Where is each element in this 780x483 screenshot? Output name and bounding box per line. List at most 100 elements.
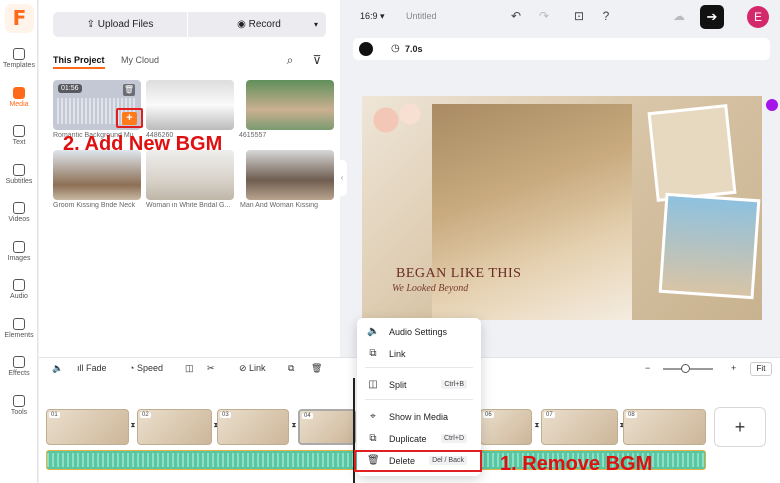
rail-label: Effects (8, 370, 30, 377)
chevron-left-icon: ‹ (340, 173, 344, 182)
menu-item-link[interactable]: ⧉ Link (357, 344, 481, 364)
menu-item-label: Split (389, 380, 407, 390)
left-rail: F Templates Media Text Subtitles Videos … (0, 0, 38, 483)
upload-label: Upload Files (97, 19, 154, 30)
plugin-icon[interactable] (766, 99, 778, 111)
rail-item-media[interactable]: Media (0, 83, 38, 121)
transition-icon[interactable]: ⧗ (129, 421, 137, 431)
tab-this-project[interactable]: This Project (53, 55, 105, 69)
media-item-image[interactable] (146, 150, 234, 200)
media-item-image[interactable] (146, 80, 234, 130)
menu-item-label: Duplicate (389, 434, 427, 444)
zoom-out-icon[interactable]: − (645, 363, 650, 373)
top-bar: 16:9 ▾ Untitled ↶ ↷ ⊡ ? ☁ ➔ E (340, 0, 780, 33)
background-color-swatch[interactable] (359, 42, 373, 56)
video-clip[interactable]: 03 (217, 409, 289, 445)
rail-item-elements[interactable]: Elements (0, 314, 38, 352)
add-to-timeline-highlight: + (116, 108, 143, 128)
clip-number: 06 (483, 412, 494, 418)
clip-number: 01 (49, 412, 60, 418)
collapse-panel-button[interactable]: ‹ (337, 160, 347, 196)
search-icon[interactable]: ⌕ (282, 52, 298, 68)
screenshot-icon[interactable]: ⊡ (571, 8, 587, 24)
menu-item-duplicate[interactable]: ⧉ Duplicate Ctrl+D (357, 429, 481, 449)
app-logo[interactable]: F (5, 4, 34, 33)
menu-divider (365, 367, 473, 368)
redo-icon[interactable]: ↷ (536, 8, 552, 24)
menu-item-show-in-media[interactable]: ⌖ Show in Media (357, 407, 481, 427)
record-button[interactable]: ◉ Record ▾ (192, 12, 326, 37)
split-icon: ◫ (368, 379, 378, 390)
delete-icon[interactable]: 🗑 (123, 84, 135, 96)
volume-icon[interactable]: 🔈 (52, 363, 63, 374)
rail-item-audio[interactable]: Audio (0, 275, 38, 313)
rail-item-images[interactable]: Images (0, 237, 38, 275)
media-item-image[interactable] (53, 150, 141, 200)
video-clip-selected[interactable]: 04 (298, 409, 356, 445)
media-caption: 4615557 (239, 132, 267, 139)
video-clip[interactable]: 02 (137, 409, 212, 445)
project-title[interactable]: Untitled (406, 11, 437, 21)
media-item-image[interactable] (246, 150, 334, 200)
elements-icon (13, 318, 25, 330)
video-clip[interactable]: 08 (623, 409, 706, 445)
transition-icon[interactable]: ⧗ (290, 421, 298, 431)
zoom-slider-handle[interactable] (681, 364, 690, 373)
rail-label: Templates (3, 62, 35, 69)
rail-item-tools[interactable]: Tools (0, 391, 38, 429)
help-icon[interactable]: ? (598, 8, 614, 24)
properties-bar: ◷ 7.0s (353, 38, 770, 60)
rail-item-text[interactable]: Text (0, 121, 38, 159)
audio-icon (13, 279, 25, 291)
rail-item-effects[interactable]: Effects (0, 352, 38, 390)
clip-number: 04 (302, 413, 313, 419)
upload-files-button[interactable]: ⇪ Upload Files (53, 12, 187, 37)
add-to-timeline-button[interactable]: + (122, 112, 137, 125)
undo-icon[interactable]: ↶ (508, 8, 524, 24)
cloud-icon[interactable]: ☁ (671, 8, 687, 24)
fit-button[interactable]: Fit (750, 362, 772, 376)
video-clip[interactable]: 06 (480, 409, 532, 445)
menu-item-audio-settings[interactable]: 🔈 Audio Settings (357, 322, 481, 342)
aspect-ratio-select[interactable]: 16:9 ▾ (360, 11, 385, 22)
preview-title-text: BEGAN LIKE THIS (396, 266, 522, 281)
export-button[interactable]: ➔ (700, 5, 724, 29)
rail-label: Media (9, 101, 29, 108)
zoom-in-icon[interactable]: + (731, 363, 736, 373)
video-preview[interactable]: BEGAN LIKE THIS We Looked Beyond (362, 96, 762, 320)
tab-my-cloud[interactable]: My Cloud (121, 55, 159, 65)
duration-badge: 01:56 (58, 84, 82, 93)
menu-item-label: Link (389, 349, 406, 359)
duplicate-icon[interactable]: ⧉ (288, 363, 294, 374)
fade-button[interactable]: ıll Fade (77, 363, 107, 373)
rail-label: Text (12, 139, 26, 146)
add-clip-button[interactable]: + (714, 407, 766, 447)
rail-item-videos[interactable]: Videos (0, 198, 38, 236)
preview-photo-frame (647, 104, 737, 202)
rail-item-templates[interactable]: Templates (0, 44, 38, 82)
video-clip[interactable]: 01 (46, 409, 129, 445)
rail-item-subtitles[interactable]: Subtitles (0, 160, 38, 198)
link-button[interactable]: ⊘ Link (239, 363, 266, 374)
scissors-icon[interactable]: ✂ (207, 363, 215, 374)
trash-icon[interactable]: 🗑 (311, 363, 322, 374)
transition-icon[interactable]: ⧗ (533, 421, 541, 431)
clip-duration[interactable]: 7.0s (405, 44, 423, 54)
rail-label: Elements (4, 332, 34, 339)
effects-icon (13, 356, 25, 368)
fade-label: Fade (86, 363, 107, 373)
preview-subtitle-text: We Looked Beyond (392, 283, 469, 294)
speed-button[interactable]: ◔ Speed (129, 363, 163, 373)
video-clip[interactable]: 07 (541, 409, 618, 445)
rail-label: Images (7, 255, 31, 262)
menu-item-split[interactable]: ◫ Split Ctrl+B (357, 375, 481, 395)
flip-icon[interactable]: ◫ (185, 363, 194, 374)
clip-number: 07 (544, 412, 555, 418)
filter-icon[interactable]: ⊽ (309, 52, 325, 68)
shortcut-badge: Ctrl+B (441, 380, 467, 389)
media-item-image[interactable] (246, 80, 334, 130)
menu-divider (365, 399, 473, 400)
avatar[interactable]: E (747, 6, 769, 28)
record-icon: ◉ (237, 19, 249, 30)
media-caption: Woman in White Bridal G... (146, 202, 231, 209)
